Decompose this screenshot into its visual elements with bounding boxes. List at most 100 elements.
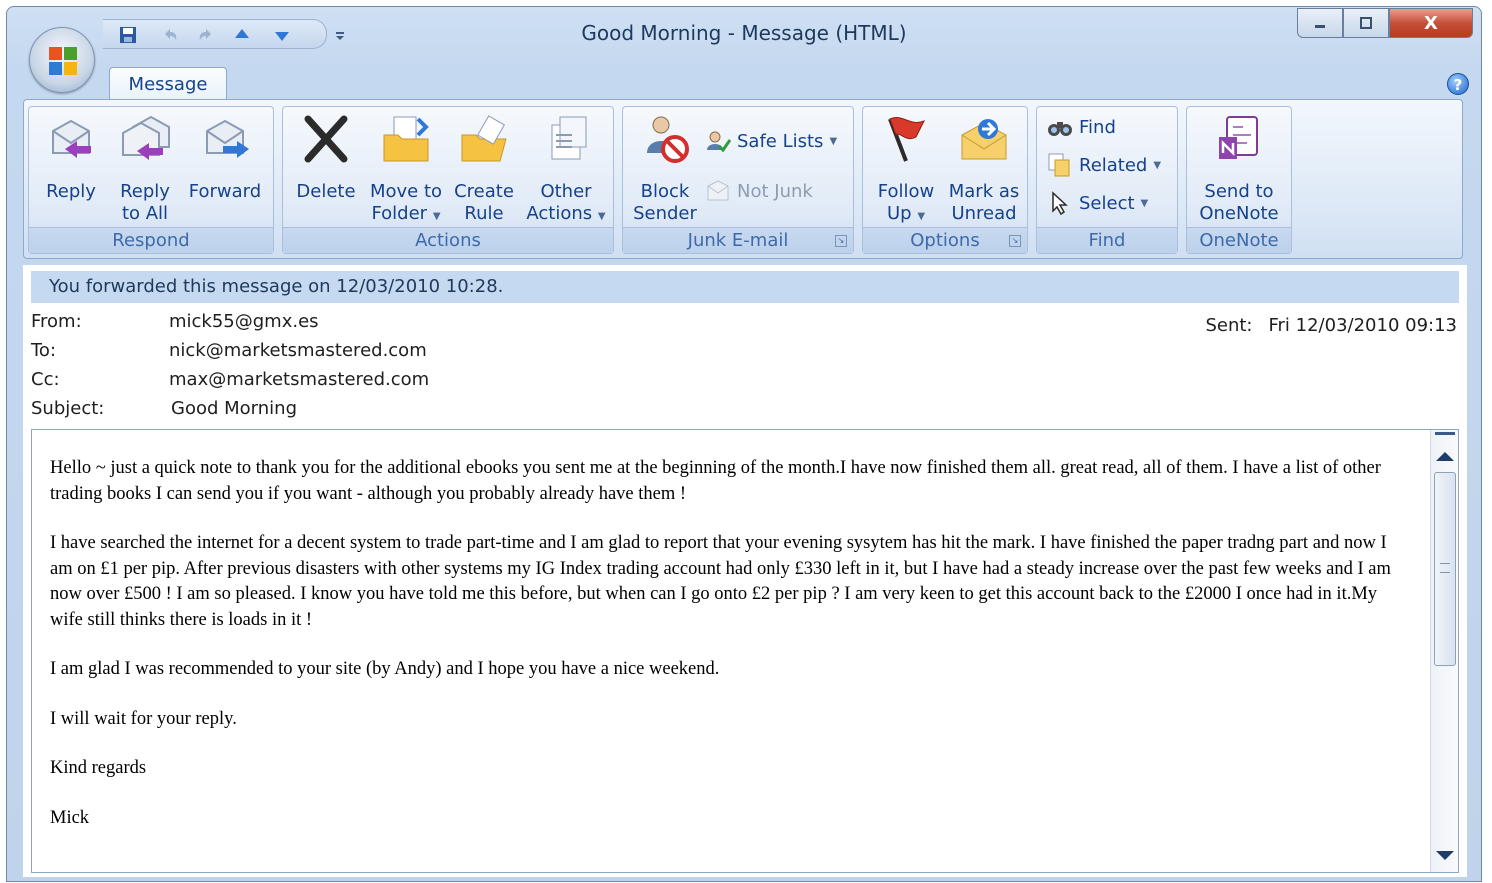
move-to-folder-icon: [383, 116, 429, 162]
to-address[interactable]: nick@marketsmastered.com: [169, 338, 969, 364]
to-label: To:: [31, 340, 57, 361]
options-group: Follow Up ▼ Mark as Unread Options ↘: [862, 106, 1028, 254]
related-messages-icon: [1048, 153, 1070, 177]
delete-label: Delete: [296, 181, 356, 202]
dropdown-arrow-icon: ▼: [829, 135, 838, 147]
body-paragraph: Mick: [50, 807, 90, 828]
block-sender-label-line2: Sender: [633, 203, 697, 224]
ribbon: Reply Reply to All Forward Respond Delet…: [23, 99, 1463, 259]
delete-icon: [304, 115, 348, 163]
actions-group: Delete Move to Folder ▼ Create Rule Othe…: [282, 106, 614, 254]
junk-email-label-text: Junk E-mail: [687, 230, 789, 251]
body-paragraph: I am glad I was recommended to your site…: [50, 659, 720, 679]
select-label: Select: [1079, 192, 1135, 214]
junk-email-group: Block Sender Safe Lists ▼ Not Junk Junk E…: [622, 106, 854, 254]
message-body[interactable]: Hello ~ just a quick note to thank you f…: [31, 429, 1459, 873]
follow-up-button[interactable]: Follow Up ▼: [869, 113, 943, 228]
minimize-button[interactable]: [1297, 8, 1343, 38]
not-junk-icon: [707, 180, 729, 201]
block-sender-button[interactable]: Block Sender: [629, 113, 701, 225]
not-junk-button[interactable]: Not Junk: [705, 177, 813, 205]
dropdown-arrow-icon: ▼: [917, 211, 926, 222]
reply-icon: [52, 119, 91, 158]
other-actions-label-line1: Other: [540, 181, 592, 202]
find-group: Find Related ▼ Select ▼ Find: [1036, 106, 1178, 254]
body-paragraph: I have searched the internet for a decen…: [50, 533, 1391, 630]
close-button[interactable]: X: [1389, 8, 1473, 38]
title-bar: Good Morning - Message (HTML) X: [7, 7, 1481, 65]
vertical-scrollbar[interactable]: [1430, 430, 1458, 872]
dropdown-arrow-icon: ▼: [432, 211, 441, 222]
sent-label: Sent:: [1205, 315, 1253, 336]
scrollbar-split-handle-icon[interactable]: [1435, 432, 1455, 438]
mark-as-label-line2: Unread: [951, 203, 1017, 224]
dropdown-arrow-icon: ▼: [597, 211, 606, 222]
junk-email-dialog-launcher-icon[interactable]: ↘: [835, 235, 847, 247]
create-rule-icon: [461, 115, 507, 162]
reply-all-button[interactable]: Reply to All: [113, 113, 177, 225]
from-address[interactable]: mick55@gmx.es: [169, 309, 969, 335]
mark-as-unread-button[interactable]: Mark as Unread: [947, 113, 1021, 225]
create-rule-label-line1: Create: [454, 181, 514, 202]
other-actions-button[interactable]: Other Actions ▼: [521, 113, 611, 228]
follow-up-label-line1: Follow: [877, 181, 935, 202]
office-button[interactable]: [29, 27, 95, 93]
reply-all-icon: [122, 115, 170, 160]
tab-message[interactable]: Message: [109, 67, 227, 103]
onenote-group: Send to OneNote OneNote: [1186, 106, 1292, 254]
find-button[interactable]: Find: [1047, 113, 1116, 141]
send-to-label-line2: OneNote: [1199, 203, 1279, 224]
window-controls: X: [1297, 8, 1473, 38]
delete-button[interactable]: Delete: [291, 113, 361, 203]
move-to-label-line2: Folder: [371, 203, 428, 224]
dropdown-arrow-icon: ▼: [1140, 197, 1149, 209]
create-rule-label-line2: Rule: [464, 203, 504, 224]
scroll-down-arrow-icon[interactable]: [1436, 851, 1454, 860]
send-to-label-line1: Send to: [1204, 181, 1274, 202]
options-dialog-launcher-icon[interactable]: ↘: [1009, 235, 1021, 247]
follow-up-label-line2: Up: [886, 203, 912, 224]
dropdown-arrow-icon: ▼: [1153, 159, 1162, 171]
other-actions-label-line2: Actions: [526, 203, 593, 224]
other-actions-icon: [551, 116, 587, 160]
junk-email-group-label: Junk E-mail: [623, 227, 853, 253]
related-button[interactable]: Related ▼: [1047, 151, 1161, 179]
select-button[interactable]: Select ▼: [1047, 189, 1148, 217]
forward-label: Forward: [188, 181, 262, 202]
cc-address[interactable]: max@marketsmastered.com: [169, 367, 969, 393]
create-rule-button[interactable]: Create Rule: [451, 113, 517, 225]
outlook-message-window: Good Morning - Message (HTML) X Message …: [6, 6, 1482, 882]
send-to-onenote-button[interactable]: Send to OneNote: [1191, 113, 1287, 225]
body-paragraph: Kind regards: [50, 758, 147, 778]
info-bar[interactable]: You forwarded this message on 12/03/2010…: [31, 271, 1459, 303]
maximize-icon: [1360, 17, 1372, 29]
move-to-folder-button[interactable]: Move to Folder ▼: [365, 113, 447, 228]
actions-group-label: Actions: [283, 227, 613, 253]
close-icon: X: [1424, 12, 1438, 34]
safe-lists-label: Safe Lists: [737, 130, 824, 152]
scrollbar-thumb[interactable]: [1434, 472, 1456, 666]
sent-info: Sent: Fri 12/03/2010 09:13: [1205, 313, 1457, 339]
cc-label: Cc:: [31, 369, 60, 390]
respond-group-label: Respond: [29, 227, 273, 253]
forward-icon: [206, 119, 249, 158]
mark-unread-envelope-icon: [961, 119, 1007, 160]
from-label: From:: [31, 311, 82, 332]
respond-group: Reply Reply to All Forward Respond: [28, 106, 274, 254]
options-group-label: Options: [863, 227, 1027, 253]
reply-all-label-line1: Reply: [120, 181, 170, 202]
safe-lists-button[interactable]: Safe Lists ▼: [705, 127, 837, 155]
help-icon[interactable]: ?: [1447, 73, 1469, 95]
reply-all-label-line2: to All: [121, 203, 169, 224]
reply-button[interactable]: Reply: [39, 113, 103, 203]
scroll-up-arrow-icon[interactable]: [1436, 452, 1454, 461]
scrollbar-grip-icon: [1440, 563, 1450, 573]
find-label: Find: [1079, 116, 1116, 138]
maximize-button[interactable]: [1343, 8, 1389, 38]
window-title: Good Morning - Message (HTML): [581, 21, 907, 45]
mark-as-label-line1: Mark as: [948, 181, 1020, 202]
forward-button[interactable]: Forward: [185, 113, 265, 203]
onenote-group-label: OneNote: [1187, 227, 1291, 253]
related-label: Related: [1079, 154, 1148, 176]
not-junk-label: Not Junk: [737, 180, 813, 202]
